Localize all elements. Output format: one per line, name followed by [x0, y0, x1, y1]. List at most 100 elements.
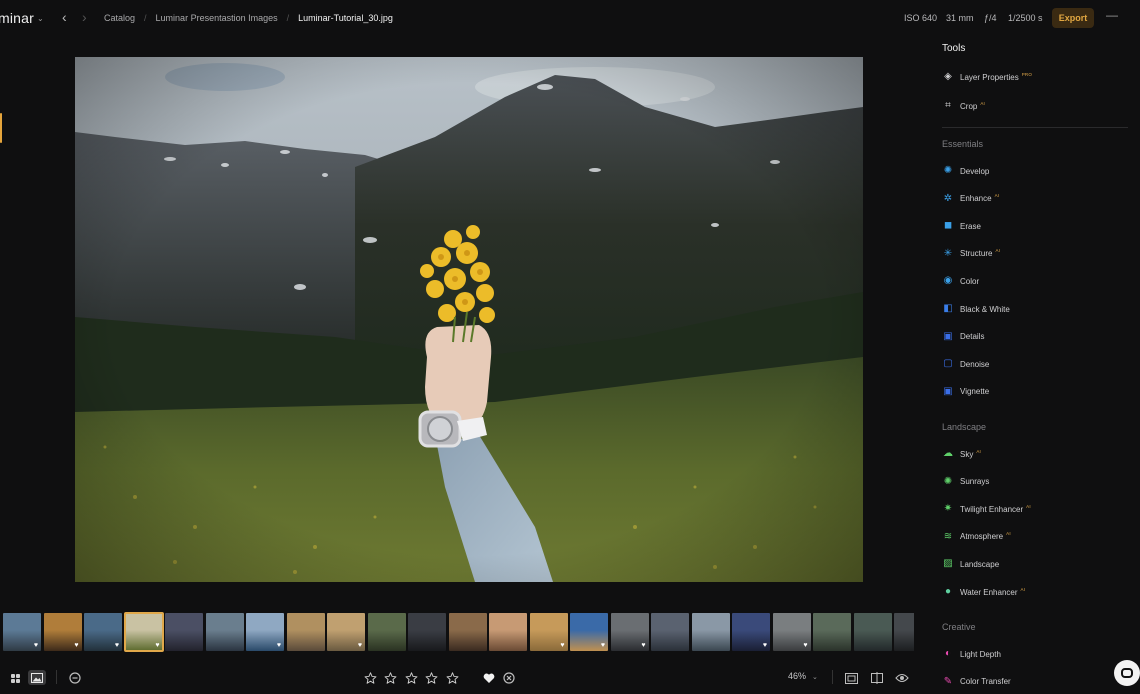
filmstrip-thumbnail[interactable]: ♥ — [327, 613, 365, 651]
layers-icon: ◈ — [944, 71, 952, 82]
tool-sunrays[interactable]: ✺ Sunrays — [942, 475, 990, 489]
hide-rejected-icon[interactable] — [68, 671, 82, 685]
tool-develop[interactable]: ✺ Develop — [942, 164, 990, 178]
breadcrumb: Catalog / Luminar Presentastion Images /… — [104, 13, 393, 23]
minimize-icon[interactable]: — — [1106, 8, 1118, 22]
section-landscape: Landscape — [942, 422, 987, 432]
favorite-heart-icon: ♥ — [357, 642, 362, 649]
breadcrumb-catalog[interactable]: Catalog — [104, 13, 135, 23]
tool-black-white[interactable]: ◧ Black & White — [942, 302, 1010, 316]
tool-structure[interactable]: ✳ Structure AI — [942, 247, 1000, 261]
filmstrip-thumbnail[interactable]: ♥ — [246, 613, 284, 651]
filmstrip-thumbnail[interactable] — [853, 613, 892, 651]
section-creative: Creative — [942, 622, 976, 632]
filmstrip-thumbnail[interactable]: ♥ — [84, 613, 122, 651]
reject-icon[interactable] — [502, 671, 516, 685]
favorite-heart-icon: ♥ — [276, 642, 281, 649]
tool-crop[interactable]: ⌗ Crop AI — [942, 99, 985, 113]
filmstrip-thumbnail[interactable]: ♥ — [529, 613, 568, 651]
filmstrip-thumbnail[interactable]: ♥ — [3, 613, 41, 651]
tool-details[interactable]: ▣ Details — [942, 330, 984, 344]
zoom-dropdown[interactable]: 46% ⌄ — [788, 671, 818, 681]
tool-enhance[interactable]: ✲ Enhance AI — [942, 192, 999, 206]
black-white-icon: ◧ — [943, 303, 953, 314]
chat-help-button[interactable] — [1114, 660, 1140, 686]
single-image-view-icon[interactable] — [28, 670, 46, 685]
tool-atmosphere[interactable]: ≋ Atmosphere AI — [942, 530, 1011, 544]
structure-icon: ✳ — [943, 247, 953, 259]
tool-label: Details — [960, 332, 985, 342]
preview-eye-icon[interactable] — [895, 671, 909, 685]
filmstrip-thumbnail[interactable] — [367, 613, 406, 651]
filmstrip-thumbnail[interactable] — [448, 613, 487, 651]
filmstrip-thumbnail[interactable]: ♥ — [772, 613, 811, 651]
tool-landscape[interactable]: ▨ Landscape — [942, 557, 999, 571]
compare-icon[interactable] — [870, 671, 884, 685]
vignette-icon: ▣ — [943, 385, 953, 397]
filmstrip-thumbnail[interactable] — [205, 613, 244, 651]
filmstrip-thumbnail[interactable] — [813, 613, 851, 651]
tools-panel: Tools ◈ Layer Properties PRO ⌗ Crop AI Essenti… — [930, 36, 1140, 694]
tool-label: Denoise — [960, 359, 990, 369]
filmstrip-thumbnail[interactable]: ♥ — [610, 613, 649, 651]
tool-light-depth[interactable]: ◐ Light Depth — [942, 647, 1001, 661]
tool-color-transfer[interactable]: ✎ Color Transfer — [942, 675, 1011, 689]
crop-icon: ⌗ — [945, 100, 951, 111]
filmstrip-thumbnail[interactable] — [691, 613, 730, 651]
zoom-value: 46% — [788, 671, 807, 681]
main-photo[interactable] — [75, 57, 863, 582]
sidebar-edge-handle[interactable] — [0, 113, 2, 143]
filmstrip-thumbnail[interactable] — [286, 613, 325, 651]
tool-color[interactable]: ◉ Color — [942, 274, 980, 288]
tool-vignette[interactable]: ▣ Vignette — [942, 385, 989, 399]
filmstrip-thumbnail[interactable] — [165, 613, 203, 651]
tool-label: Atmosphere — [960, 532, 1004, 542]
chevron-right-icon[interactable]: › — [82, 9, 87, 25]
color-transfer-icon: ✎ — [943, 675, 953, 687]
export-button[interactable]: Export — [1052, 8, 1094, 28]
filmstrip-thumbnail[interactable] — [894, 613, 914, 651]
grid-view-icon[interactable] — [8, 671, 22, 685]
exif-aperture: ƒ/4 — [984, 13, 997, 23]
panel-divider — [942, 127, 1128, 128]
tool-twilight-enhancer[interactable]: ✷ Twilight Enhancer AI — [942, 502, 1031, 516]
filmstrip-thumbnail[interactable] — [651, 613, 689, 651]
filmstrip-thumbnail[interactable]: ♥ — [732, 613, 770, 651]
filmstrip-thumbnail[interactable]: ♥ — [570, 613, 608, 651]
light-depth-icon: ◐ — [944, 648, 952, 659]
chevron-down-icon: ⌄ — [812, 674, 818, 681]
tool-label: Water Enhancer — [960, 587, 1018, 597]
fit-screen-icon[interactable] — [844, 671, 858, 685]
rating-star-icon[interactable] — [384, 671, 398, 685]
favorite-heart-icon: ♥ — [74, 642, 79, 649]
favorite-heart-icon[interactable] — [482, 671, 496, 685]
rating-star-icon[interactable] — [425, 671, 439, 685]
breadcrumb-separator: / — [286, 13, 290, 23]
favorite-heart-icon: ♥ — [33, 642, 38, 649]
denoise-icon: ▢ — [943, 358, 953, 370]
app-menu-button[interactable]: minar ⌄ — [0, 10, 44, 26]
section-essentials: Essentials — [942, 139, 984, 149]
filmstrip-thumbnail[interactable] — [489, 613, 527, 651]
rating-star-icon[interactable] — [404, 671, 418, 685]
tool-erase[interactable]: ◼ Erase — [942, 219, 981, 233]
tool-badge: AI — [980, 100, 985, 106]
tool-badge: AI — [995, 248, 1001, 254]
breadcrumb-album[interactable]: Luminar Presentastion Images — [156, 13, 278, 23]
rating-star-icon[interactable] — [363, 671, 377, 685]
favorite-heart-icon: ♥ — [762, 642, 767, 649]
filmstrip-thumbnail[interactable]: ♥ — [43, 613, 82, 651]
tool-layer-properties[interactable]: ◈ Layer Properties PRO — [942, 70, 1032, 84]
rating-star-icon[interactable] — [445, 671, 459, 685]
tool-label: Structure — [960, 249, 993, 259]
filmstrip-thumbnail[interactable]: ♥ — [123, 612, 164, 652]
toolbar-divider — [832, 670, 833, 684]
tool-sky[interactable]: ☁ Sky AI — [942, 447, 981, 461]
favorite-heart-icon: ♥ — [803, 642, 808, 649]
tool-denoise[interactable]: ▢ Denoise — [942, 357, 989, 371]
chevron-left-icon[interactable]: ‹ — [62, 9, 67, 25]
tool-water-enhancer[interactable]: ● Water Enhancer AI — [942, 585, 1025, 599]
photo-canvas — [75, 57, 863, 582]
tool-label: Light Depth — [960, 649, 1001, 659]
filmstrip-thumbnail[interactable] — [408, 613, 446, 651]
